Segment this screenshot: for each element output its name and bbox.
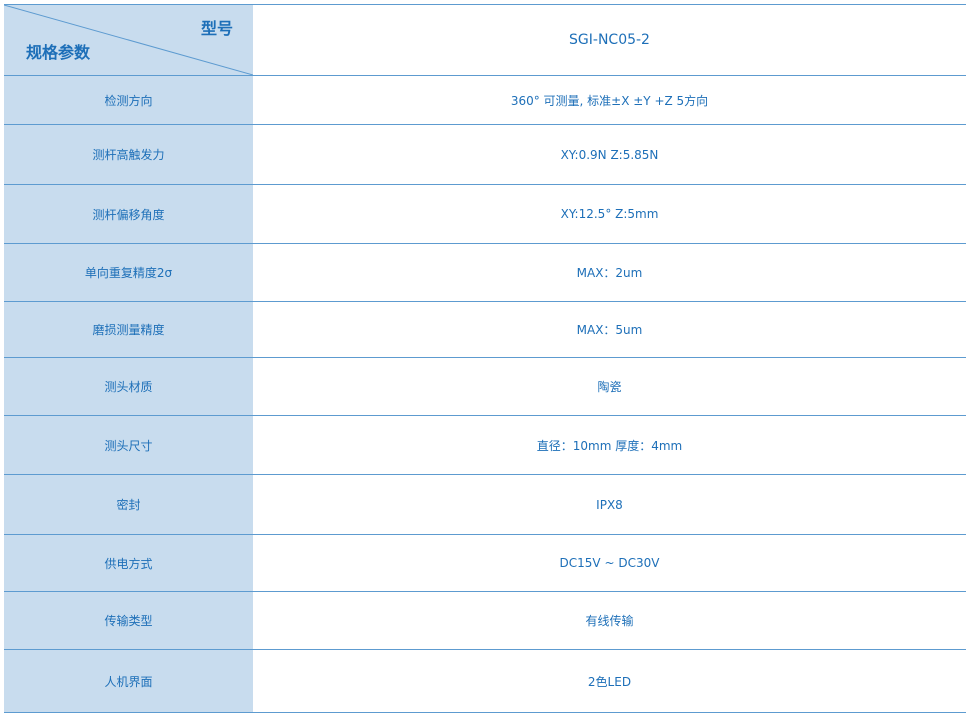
row-value: MAX：5um: [253, 302, 966, 357]
table-row: 供电方式 DC15V ~ DC30V: [4, 535, 966, 592]
row-value: XY:0.9N Z:5.85N: [253, 125, 966, 184]
table-row: 测头材质 陶瓷: [4, 358, 966, 416]
row-value: DC15V ~ DC30V: [253, 535, 966, 591]
table-row: 磨损测量精度 MAX：5um: [4, 302, 966, 358]
table-row: 测头尺寸 直径：10mm 厚度：4mm: [4, 416, 966, 475]
row-value: 2色LED: [253, 650, 966, 712]
table-row: 密封 IPX8: [4, 475, 966, 535]
row-value: XY:12.5° Z:5mm: [253, 185, 966, 243]
row-label: 密封: [4, 475, 253, 534]
row-label: 单向重复精度2σ: [4, 244, 253, 301]
header-row: 型号 规格参数 SGI-NC05-2: [4, 5, 966, 76]
spec-table: 型号 规格参数 SGI-NC05-2 检测方向 360° 可测量, 标准±X ±…: [4, 4, 966, 713]
row-value: IPX8: [253, 475, 966, 534]
table-row: 传输类型 有线传输: [4, 592, 966, 650]
row-value: 360° 可测量, 标准±X ±Y +Z 5方向: [253, 76, 966, 124]
row-label: 供电方式: [4, 535, 253, 591]
table-row: 测杆偏移角度 XY:12.5° Z:5mm: [4, 185, 966, 244]
row-label: 测头材质: [4, 358, 253, 415]
table-row: 人机界面 2色LED: [4, 650, 966, 713]
table-row: 单向重复精度2σ MAX：2um: [4, 244, 966, 302]
table-row: 检测方向 360° 可测量, 标准±X ±Y +Z 5方向: [4, 76, 966, 125]
row-value: 有线传输: [253, 592, 966, 649]
params-header-label: 规格参数: [26, 43, 91, 62]
row-label: 磨损测量精度: [4, 302, 253, 357]
row-value: 直径：10mm 厚度：4mm: [253, 416, 966, 474]
row-label: 人机界面: [4, 650, 253, 712]
row-value: MAX：2um: [253, 244, 966, 301]
model-header-label: 型号: [200, 19, 233, 38]
model-value: SGI-NC05-2: [253, 5, 966, 75]
row-label: 测杆偏移角度: [4, 185, 253, 243]
row-label: 检测方向: [4, 76, 253, 124]
table-row: 测杆高触发力 XY:0.9N Z:5.85N: [4, 125, 966, 185]
row-label: 测杆高触发力: [4, 125, 253, 184]
row-label: 传输类型: [4, 592, 253, 649]
header-corner-cell: 型号 规格参数: [4, 5, 253, 75]
row-value: 陶瓷: [253, 358, 966, 415]
row-label: 测头尺寸: [4, 416, 253, 474]
